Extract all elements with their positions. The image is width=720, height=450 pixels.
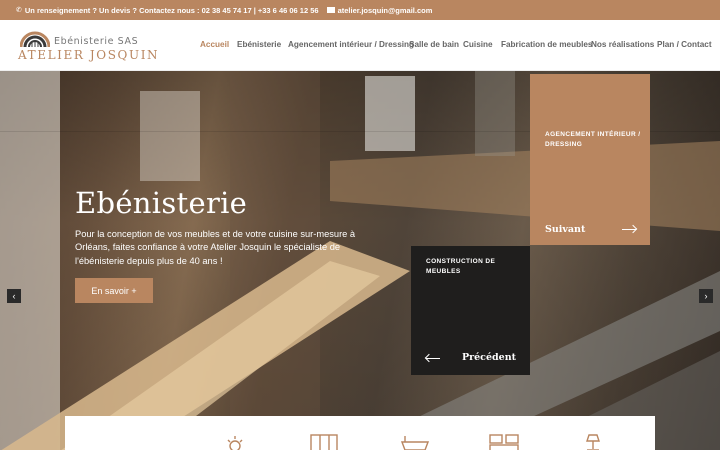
prev-slide-card[interactable]: Construction de meubles Précédent [411, 246, 530, 375]
next-card-title: Agencement intérieur / Dressing [545, 131, 641, 148]
email-text[interactable]: atelier.josquin@gmail.com [338, 6, 433, 15]
furniture-lamp-icon [586, 434, 600, 450]
main-nav: Accueil Ebénisterie Agencement intérieur… [0, 40, 720, 52]
site-header: Ebénisterie SAS ATELIER JOSQUIN Accueil … [0, 20, 720, 71]
top-contact-bar: ✆ Un renseignement ? Un devis ? Contacte… [0, 0, 720, 20]
nav-item-accueil[interactable]: Accueil [200, 40, 229, 49]
prev-label: Précédent [461, 352, 516, 363]
sun-icon [227, 436, 243, 450]
phone-icon: ✆ [16, 7, 22, 14]
email-link[interactable]: atelier.josquin@gmail.com [326, 6, 433, 15]
slider-prev-arrow[interactable]: ‹ [7, 289, 21, 303]
wardrobe-icon [310, 434, 338, 450]
chevron-right-icon: › [704, 291, 708, 301]
nav-item-fabrication[interactable]: Fabrication de meubles [501, 40, 592, 49]
nav-item-realisations[interactable]: Nos réalisations [591, 40, 654, 49]
hero-description: Pour la conception de vos meubles et de … [75, 229, 356, 266]
next-label: Suivant [545, 224, 586, 235]
nav-item-cuisine[interactable]: Cuisine [463, 40, 493, 49]
nav-item-agencement[interactable]: Agencement intérieur / Dressing [288, 40, 414, 49]
kitchen-icon [489, 434, 519, 450]
arrow-left-icon [426, 358, 440, 359]
prev-card-title: Construction de meubles [426, 258, 496, 275]
en-savoir-plus-button[interactable]: En savoir + [75, 278, 153, 303]
hero-title: Ebénisterie [75, 186, 248, 220]
nav-item-salle-de-bain[interactable]: Salle de bain [409, 40, 459, 49]
services-panel [65, 416, 655, 450]
arrow-right-icon [622, 229, 636, 230]
next-slide-card[interactable]: Agencement intérieur / Dressing Suivant [530, 74, 650, 245]
slider-next-arrow[interactable]: › [699, 289, 713, 303]
nav-item-plan-contact[interactable]: Plan / Contact [657, 40, 712, 49]
nav-item-ebenisterie[interactable]: Ebénisterie [237, 40, 281, 49]
bathroom-icon [401, 436, 429, 450]
contact-text[interactable]: Un renseignement ? Un devis ? Contactez … [25, 6, 319, 15]
chevron-left-icon: ‹ [12, 291, 16, 301]
email-icon [326, 7, 335, 13]
